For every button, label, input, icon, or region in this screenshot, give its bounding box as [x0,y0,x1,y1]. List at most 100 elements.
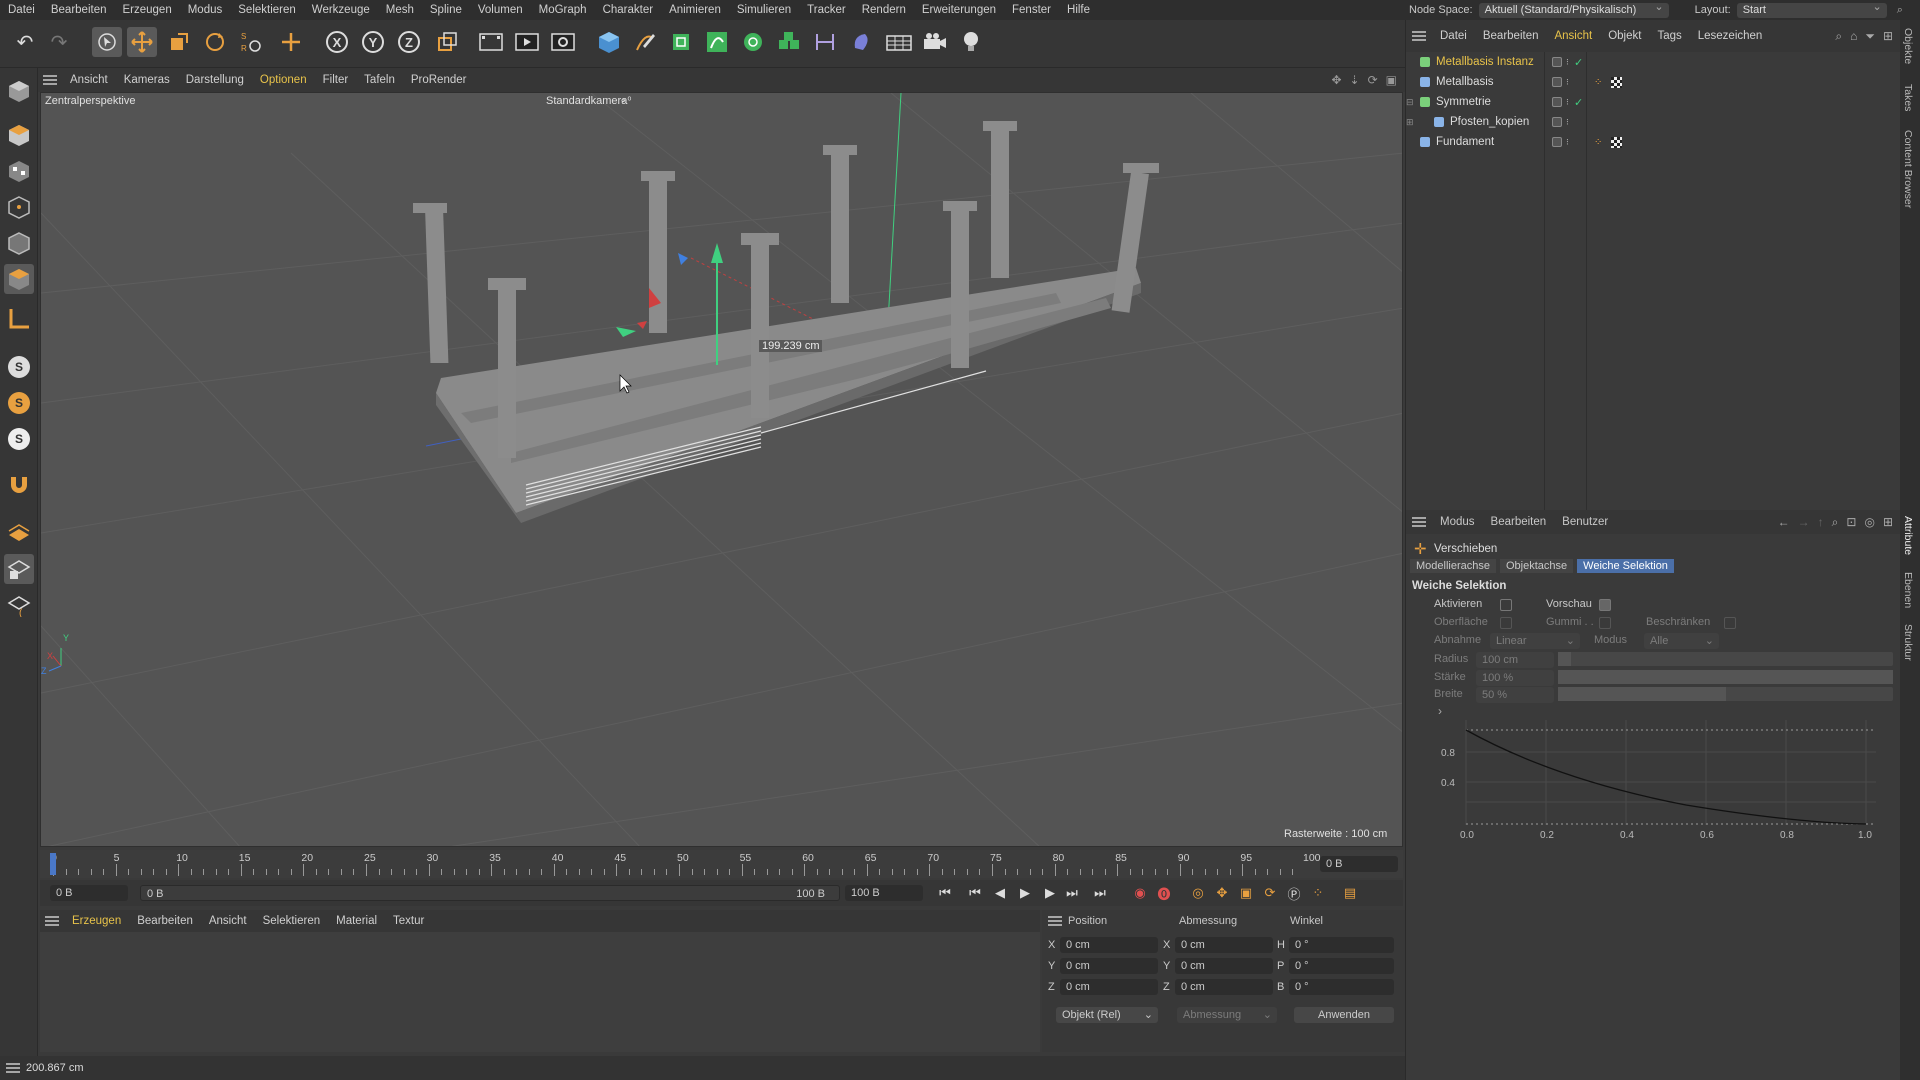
object-menu-bearbeiten[interactable]: Bearbeiten [1475,30,1547,42]
menu-item-datei[interactable]: Datei [0,4,43,16]
menu-item-spline[interactable]: Spline [422,4,470,16]
go-to-start-icon[interactable]: ⏮ [935,883,955,903]
beschraenken-checkbox[interactable] [1724,617,1736,629]
editor-visibility-icon[interactable] [1552,57,1562,67]
material-menu-selektieren[interactable]: Selektieren [255,915,329,927]
radius-field[interactable]: 100 cm [1476,652,1554,668]
menu-item-hilfe[interactable]: Hilfe [1059,4,1098,16]
object-row[interactable]: ⊟ Symmetrie ⁝ ✓ [1406,92,1896,112]
editor-visibility-icon[interactable] [1552,137,1562,147]
rotation-field[interactable]: 0 ° [1289,937,1394,953]
x-axis-lock-icon[interactable]: X [322,27,352,57]
timeline-ruler[interactable]: 0510152025303540455055606570758085909510… [40,850,1403,878]
playhead[interactable] [50,853,56,875]
array-icon[interactable] [738,27,768,57]
timeline-window-icon[interactable]: ▤ [1340,883,1360,903]
floor-icon[interactable] [884,27,914,57]
menu-item-erzeugen[interactable]: Erzeugen [114,4,179,16]
hamburger-icon[interactable] [1048,915,1062,929]
spline-icon[interactable] [702,27,732,57]
enabled-check-icon[interactable]: ✓ [1574,96,1583,109]
radius-slider[interactable] [1558,652,1893,666]
gizmo-z-arrow[interactable] [637,321,647,329]
menu-item-tracker[interactable]: Tracker [799,4,854,16]
workplane-icon[interactable] [4,518,34,548]
current-frame-field[interactable]: 0 B [1320,856,1398,872]
add-icon[interactable] [276,27,306,57]
previous-key-icon[interactable]: ⏮ [965,883,985,903]
search-icon[interactable]: ⌕ [1835,29,1842,44]
go-to-end-icon[interactable]: ⏭ [1090,883,1110,903]
object-menu-datei[interactable]: Datei [1432,30,1475,42]
editor-visibility-icon[interactable] [1552,97,1562,107]
undo-icon[interactable]: ↶ [10,27,40,57]
maximize-view-icon[interactable]: ▣ [1386,73,1397,87]
camera-label[interactable]: Standardkamera [546,95,627,107]
frame-range-slider[interactable]: 0 B 100 B [140,885,840,901]
viewport-menu-tafeln[interactable]: Tafeln [356,74,403,86]
aktivieren-checkbox[interactable] [1500,599,1512,611]
render-visibility-icon[interactable]: ⁝ [1566,77,1569,88]
3d-viewport[interactable]: Zentralperspektive Standardkamera ⚬⁰ 199… [40,92,1403,847]
viewport-menu-kameras[interactable]: Kameras [116,74,178,86]
object-menu-lesezeichen[interactable]: Lesezeichen [1690,30,1771,42]
phong-tag-icon[interactable]: ⁘ [1594,137,1602,148]
object-row[interactable]: ⊞ Pfosten_kopien ⁝ [1406,112,1896,132]
staerke-slider[interactable] [1558,670,1893,684]
object-name[interactable]: Symmetrie [1436,96,1491,108]
material-menu-ansicht[interactable]: Ansicht [201,915,255,927]
menu-item-charakter[interactable]: Charakter [595,4,662,16]
start-frame-field[interactable]: 0 B [50,885,128,901]
rotation-field[interactable]: 0 ° [1289,979,1394,995]
target-icon[interactable]: ◎ [1864,515,1874,530]
viewport-menu-ansicht[interactable]: Ansicht [62,74,116,86]
coordinate-system-icon[interactable] [432,27,462,57]
key-scale-icon[interactable]: ▣ [1236,883,1256,903]
locked-workplane-icon[interactable] [4,554,34,584]
next-key-icon[interactable]: ⏭ [1062,883,1082,903]
mograph-icon[interactable] [774,27,804,57]
filter-icon[interactable]: ⏷ [1865,29,1875,44]
subdivision-icon[interactable] [666,27,696,57]
menu-item-volumen[interactable]: Volumen [470,4,531,16]
object-name[interactable]: Pfosten_kopien [1450,116,1529,128]
position-field[interactable]: 0 cm [1060,958,1158,974]
menu-item-selektieren[interactable]: Selektieren [230,4,304,16]
vorschau-checkbox[interactable] [1599,599,1611,611]
attribute-menu-bearbeiten[interactable]: Bearbeiten [1483,516,1555,528]
object-menu-objekt[interactable]: Objekt [1600,30,1649,42]
z-axis-lock-icon[interactable]: Z [394,27,424,57]
search-icon[interactable]: ⌕ [1832,515,1839,530]
expand-arrow-icon[interactable]: › [1438,704,1442,718]
viewport-menu-optionen[interactable]: Optionen [252,74,315,86]
object-row[interactable]: Metallbasis ⁝ ⁘ [1406,72,1896,92]
render-visibility-icon[interactable]: ⁝ [1566,137,1569,148]
abnahme-select[interactable]: Linear ⌄ [1490,633,1580,649]
enabled-check-icon[interactable]: ✓ [1574,56,1583,69]
hamburger-icon[interactable] [1406,31,1432,41]
attribute-menu-benutzer[interactable]: Benutzer [1554,516,1616,528]
forward-arrow-icon[interactable]: → [1798,515,1810,530]
material-area[interactable] [40,932,1040,1052]
menu-item-modus[interactable]: Modus [180,4,231,16]
deformer-icon[interactable] [810,27,840,57]
apply-button[interactable]: Anwenden [1294,1007,1394,1023]
render-visibility-icon[interactable]: ⁝ [1566,97,1569,108]
new-window-icon[interactable]: ⊞ [1883,515,1893,530]
viewport-menu-filter[interactable]: Filter [315,74,357,86]
polygons-mode-icon[interactable] [4,264,34,294]
size-field[interactable]: 0 cm [1175,937,1273,953]
menu-item-bearbeiten[interactable]: Bearbeiten [43,4,115,16]
axis-mode-icon[interactable] [4,304,34,334]
hamburger-icon[interactable] [38,75,62,85]
lock-icon[interactable]: ⊡ [1846,515,1856,530]
material-tag-icon[interactable] [1611,76,1622,88]
side-tab-attribute[interactable]: Attribute [1902,516,1914,555]
expand-toggle-icon[interactable]: ⊞ [1406,117,1428,128]
new-window-icon[interactable]: ⊞ [1883,29,1893,44]
material-menu-textur[interactable]: Textur [385,915,432,927]
snap-icon[interactable]: S [4,352,34,382]
previous-frame-icon[interactable]: ◀ [990,883,1010,903]
back-arrow-icon[interactable]: ← [1778,515,1790,530]
tab-objektachse[interactable]: Objektachse [1499,559,1574,573]
